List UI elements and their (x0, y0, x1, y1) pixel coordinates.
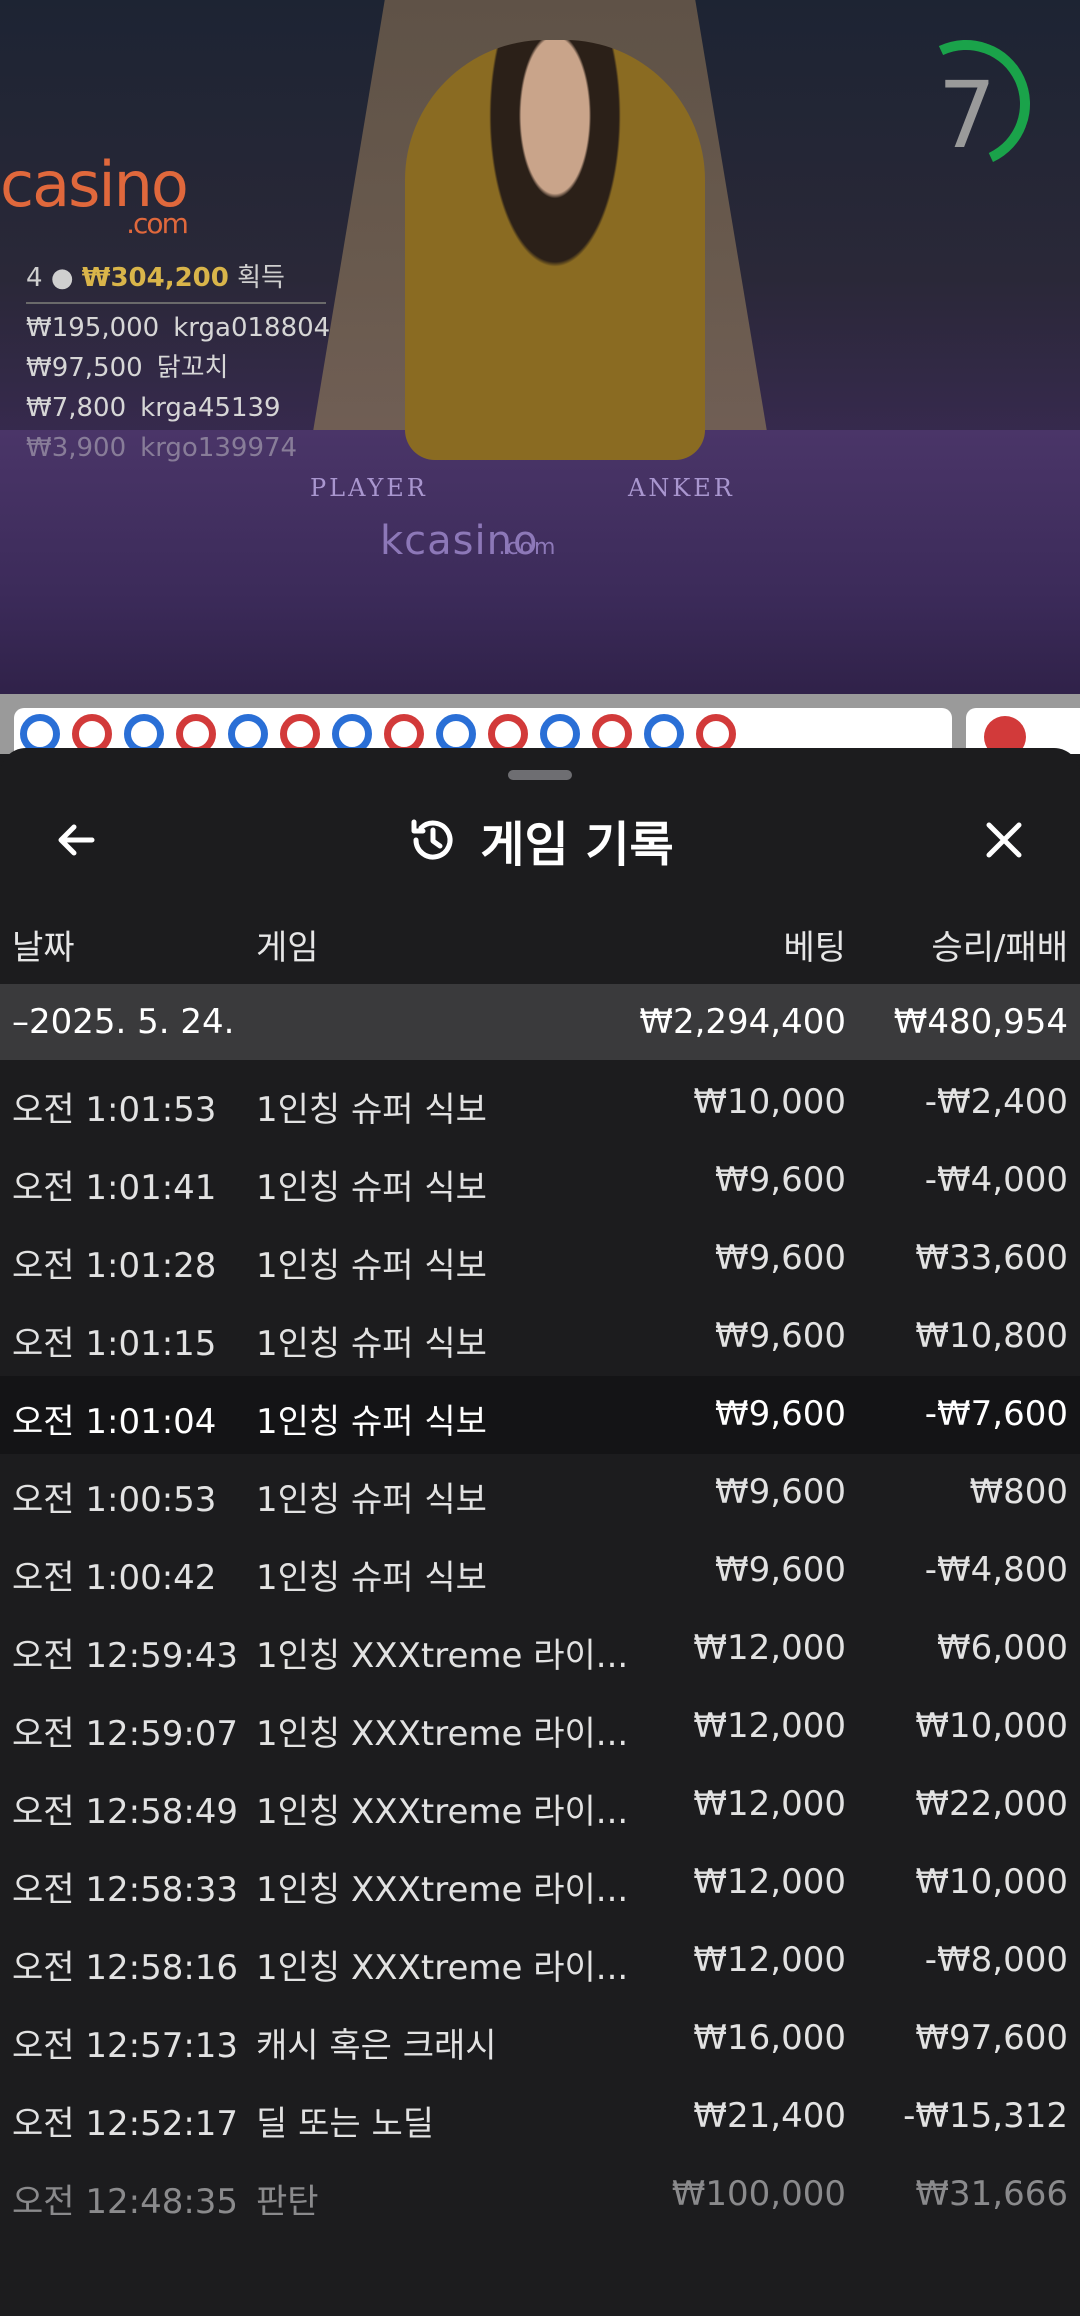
scoreboard-strip (0, 694, 1080, 758)
live-video[interactable]: casino .com PLAYER ANKER kcasino.com 7 4 … (0, 0, 1080, 694)
header-bet: 베팅 (783, 928, 846, 968)
header-date: 날짜 (12, 928, 75, 968)
player-label: PLAYER (310, 474, 428, 502)
history-row[interactable]: 오전 12:58:16 1인칭 XXXtreme 라이... ₩12,000 -₩8,… (0, 1922, 1080, 2000)
history-row[interactable]: 오전 12:58:33 1인칭 XXXtreme 라이... ₩12,000 ₩10,… (0, 1844, 1080, 1922)
history-icon (411, 819, 453, 860)
group-result-total: ₩480,954 (893, 1002, 1068, 1042)
history-row[interactable]: 오전 12:59:07 1인칭 XXXtreme 라이... ₩12,000 ₩10,… (0, 1688, 1080, 1766)
group-date: –2025. 5. 24. (12, 1002, 235, 1042)
header-game: 게임 (256, 928, 319, 968)
dealer (405, 40, 705, 460)
winners-list: 4 ● ₩304,200 획득 ₩195,000 krga018804 ₩97,5… (26, 258, 344, 468)
game-history-sheet: 게임 기록 날짜 게임 베팅 승리/패배 –2025. 5. 24. ₩2,29… (0, 748, 1080, 2316)
close-icon (986, 822, 1022, 858)
history-row[interactable]: 오전 12:57:13 캐시 혹은 크래시 ₩16,000 ₩97,600 (0, 2000, 1080, 2078)
sheet-grabber[interactable] (508, 770, 572, 780)
brand-logo: casino .com (0, 148, 189, 240)
banker-label: ANKER (628, 474, 735, 502)
close-button[interactable] (968, 804, 1040, 876)
header-result: 승리/패배 (931, 928, 1068, 968)
history-row[interactable]: 오전 1:01:15 1인칭 슈퍼 식보 ₩9,600 ₩10,800 (0, 1298, 1080, 1376)
date-group-row[interactable]: –2025. 5. 24. ₩2,294,400 ₩480,954 (0, 984, 1080, 1060)
history-row[interactable]: 오전 1:00:42 1인칭 슈퍼 식보 ₩9,600 -₩4,800 (0, 1532, 1080, 1610)
history-row[interactable]: 오전 1:01:41 1인칭 슈퍼 식보 ₩9,600 -₩4,000 (0, 1142, 1080, 1220)
user-icon: ● (50, 263, 74, 293)
history-row[interactable]: 오전 1:00:53 1인칭 슈퍼 식보 ₩9,600 ₩800 (0, 1454, 1080, 1532)
history-list: 오전 1:01:53 1인칭 슈퍼 식보 ₩10,000 -₩2,400 오전 1:0… (0, 1064, 1080, 2234)
felt-logo: kcasino.com (380, 518, 557, 564)
winner-row: ₩7,800 krga45139 (26, 393, 281, 423)
history-row[interactable]: 오전 1:01:53 1인칭 슈퍼 식보 ₩10,000 -₩2,400 (0, 1064, 1080, 1142)
winner-row: ₩195,000 krga018804 (26, 313, 331, 343)
history-row[interactable]: 오전 12:48:35 판탄 ₩100,000 ₩31,666 (0, 2156, 1080, 2234)
column-headers: 날짜 게임 베팅 승리/패배 (0, 906, 1080, 976)
title-text: 게임 기록 (480, 817, 674, 873)
group-bet-total: ₩2,294,400 (639, 1002, 846, 1042)
history-row[interactable]: 오전 1:01:28 1인칭 슈퍼 식보 ₩9,600 ₩33,600 (0, 1220, 1080, 1298)
countdown-timer: 7 (937, 62, 997, 169)
winner-row: ₩97,500 닭꼬치 (26, 353, 229, 383)
history-row[interactable]: 오전 12:58:49 1인칭 XXXtreme 라이... ₩12,000 ₩22,… (0, 1766, 1080, 1844)
winners-header: 4 ● ₩304,200 획득 (26, 258, 326, 304)
winner-row: ₩3,900 krgo139974 (26, 433, 298, 463)
sheet-title: 게임 기록 (0, 808, 1080, 873)
history-row[interactable]: 오전 12:59:43 1인칭 XXXtreme 라이... ₩12,000 ₩6,0… (0, 1610, 1080, 1688)
history-row-selected[interactable]: 오전 1:01:04 1인칭 슈퍼 식보 ₩9,600 -₩7,600 (0, 1376, 1080, 1454)
history-row[interactable]: 오전 12:52:17 딜 또는 노딜 ₩21,400 -₩15,312 (0, 2078, 1080, 2156)
